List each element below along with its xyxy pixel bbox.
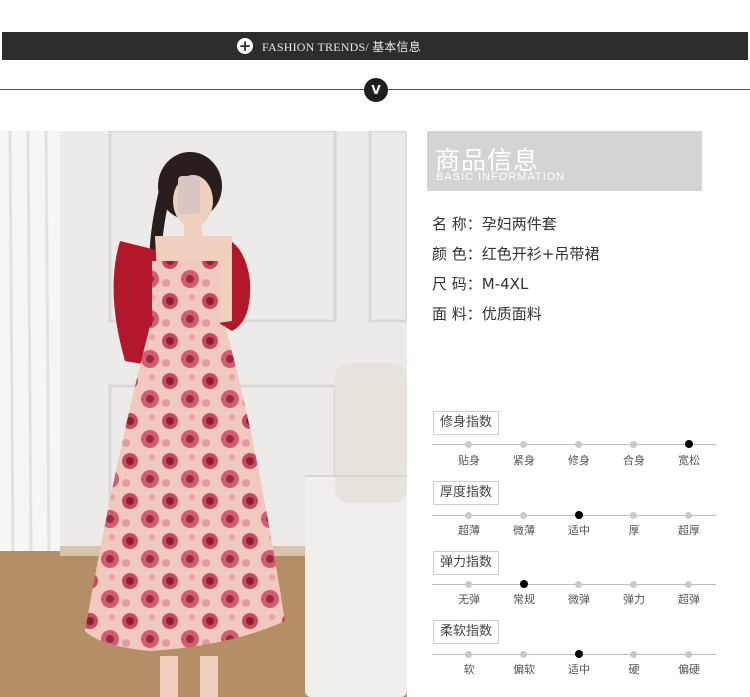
elasticity-option: 无弹 [458,593,480,606]
thickness-index-label: 厚度指数 [433,481,500,505]
thickness-index-dot [465,512,472,519]
elasticity-index-dot [465,581,472,588]
thickness-index-dot [685,512,692,519]
elasticity-index-selected-dot [520,580,528,588]
softness-index-label: 柔软指数 [433,620,500,644]
thickness-option: 超薄 [458,524,480,537]
elasticity-index-label: 弹力指数 [433,551,500,575]
thickness-option: 适中 [568,524,590,537]
fit-index-label: 修身指数 [433,411,500,435]
thickness-option: 微薄 [513,524,535,537]
product-photo [0,131,407,697]
thickness-index-dot [520,512,527,519]
softness-index-dot [465,651,472,658]
softness-option: 软 [463,663,475,676]
softness-index-dot [630,651,637,658]
fit-option: 修身 [568,454,590,467]
softness-index-track [432,654,716,655]
spec-color: 颜 色：红色开衫+吊带裙 [432,245,600,263]
fit-index-dot [465,441,472,448]
fit-option: 贴身 [458,454,480,467]
thickness-index-selected-dot [575,511,583,519]
softness-option: 硬 [628,663,640,676]
header-band: + FASHION TRENDS/ 基本信息 [2,32,748,60]
softness-index-selected-dot [575,650,583,658]
chevron-down-icon: V [364,78,388,102]
elasticity-option: 常规 [513,593,535,606]
basic-info-header: 商品信息 BASIC INFORMATION [427,131,702,191]
softness-index-dot [685,651,692,658]
fit-index-dot [520,441,527,448]
fit-index-track [432,444,716,445]
elasticity-option: 超弹 [678,593,700,606]
fit-index-dot [575,441,582,448]
thickness-index-track [432,515,716,516]
spec-name: 名 称：孕妇两件套 [432,215,557,233]
elasticity-index-track [432,584,716,585]
fit-option: 紧身 [513,454,535,467]
elasticity-index-dot [630,581,637,588]
fit-index-dot [630,441,637,448]
softness-index-dot [520,651,527,658]
softness-option: 偏软 [513,663,535,676]
fit-index-selected-dot [685,440,693,448]
softness-option: 偏硬 [678,663,700,676]
elasticity-option: 弹力 [623,593,645,606]
elasticity-index-dot [685,581,692,588]
basic-info-title-en: BASIC INFORMATION [436,171,566,183]
fit-option: 宽松 [678,454,700,467]
spec-fabric: 面 料：优质面料 [432,305,542,323]
spec-size: 尺 码：M-4XL [432,275,529,293]
header-title: FASHION TRENDS/ 基本信息 [262,40,421,54]
softness-option: 适中 [568,663,590,676]
thickness-index-dot [630,512,637,519]
thickness-option: 厚 [628,524,640,537]
thickness-option: 超厚 [678,524,700,537]
model-illustration [0,131,407,697]
fit-option: 合身 [623,454,645,467]
elasticity-index-dot [575,581,582,588]
plus-circle-icon: + [237,37,253,55]
elasticity-option: 微弹 [568,593,590,606]
